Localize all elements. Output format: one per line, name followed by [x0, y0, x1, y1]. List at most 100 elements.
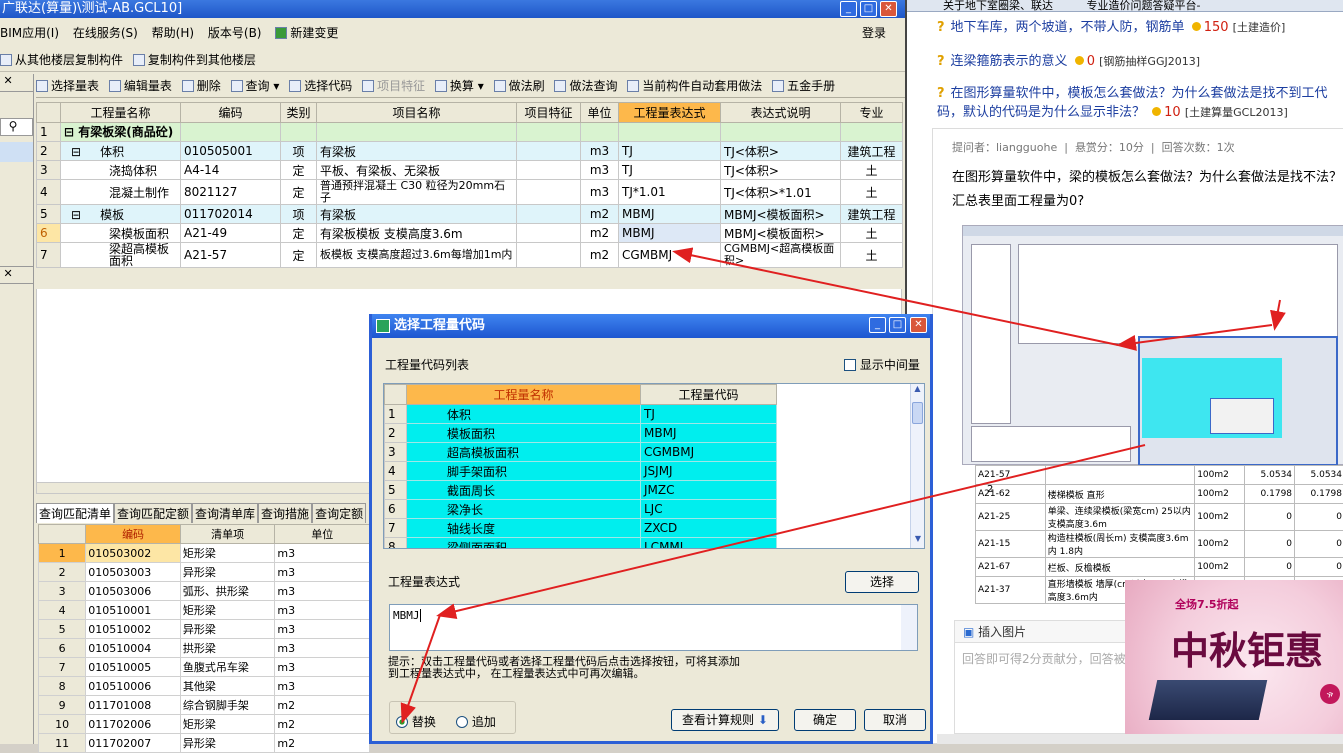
- cell-unit[interactable]: m2: [581, 205, 619, 224]
- code-row[interactable]: 5截面周长JMZC: [385, 481, 777, 500]
- list-cell-item[interactable]: 异形梁: [180, 734, 275, 753]
- list-cell-item[interactable]: 弧形、拱形梁: [180, 582, 275, 601]
- table-row[interactable]: 3 浇捣体积 A4-14 定 平板、有梁板、无梁板 m3 TJ TJ<体积> 土: [37, 161, 903, 180]
- cell-expression[interactable]: CGMBMJ: [619, 243, 721, 268]
- list-row[interactable]: 8010510006其他梁m3: [39, 677, 370, 696]
- table-row[interactable]: 2 ⊟ 体积 010505001 项 有梁板 m3 TJ TJ<体积> 建筑工程: [37, 142, 903, 161]
- cell-code[interactable]: A21-57: [181, 243, 281, 268]
- cell-unit[interactable]: m2: [581, 224, 619, 243]
- list-row[interactable]: 10011702006矩形梁m2: [39, 715, 370, 734]
- code-cell-name[interactable]: 脚手架面积: [407, 462, 641, 481]
- tab-match-quota[interactable]: 查询匹配定额: [114, 503, 192, 523]
- cell-description[interactable]: MBMJ<模板面积>: [721, 224, 841, 243]
- list-cell-code[interactable]: 010503003: [86, 563, 181, 582]
- panel-close-icon-2[interactable]: ✕: [0, 266, 33, 284]
- menu-help[interactable]: 帮助(H): [152, 26, 194, 40]
- list-cell-item[interactable]: 矩形梁: [180, 544, 275, 563]
- list-cell-unit[interactable]: m3: [275, 620, 370, 639]
- list-cell-item[interactable]: 矩形梁: [180, 715, 275, 734]
- cell-expression[interactable]: TJ*1.01: [619, 180, 721, 205]
- cell-expression[interactable]: TJ: [619, 142, 721, 161]
- tab-list-library[interactable]: 查询清单库: [192, 503, 258, 523]
- code-header-name[interactable]: 工程量名称: [407, 385, 641, 405]
- code-row[interactable]: 2模板面积MBMJ: [385, 424, 777, 443]
- login-button[interactable]: 登录: [862, 24, 886, 42]
- radio-append-dot[interactable]: [456, 716, 468, 728]
- list-row[interactable]: 6010510004拱形梁m3: [39, 639, 370, 658]
- convert-button[interactable]: 换算 ▾: [435, 74, 484, 98]
- code-row[interactable]: 8梁侧面面积LCMMJ: [385, 538, 777, 550]
- list-cell-unit[interactable]: m2: [275, 696, 370, 715]
- list-cell-item[interactable]: 异形梁: [180, 620, 275, 639]
- menu-version[interactable]: 版本号(B): [208, 26, 262, 40]
- code-cell-name[interactable]: 梁侧面面积: [407, 538, 641, 550]
- code-cell-code[interactable]: MBMJ: [641, 424, 777, 443]
- list-cell-code[interactable]: 010503006: [86, 582, 181, 601]
- code-cell-name[interactable]: 轴线长度: [407, 519, 641, 538]
- list-cell-unit[interactable]: m3: [275, 563, 370, 582]
- radio-replace[interactable]: 替换: [396, 713, 436, 730]
- horizontal-scrollbar[interactable]: [36, 482, 370, 494]
- list-cell-code[interactable]: 011702007: [86, 734, 181, 753]
- col-header-feature[interactable]: 项目特征: [517, 103, 581, 123]
- dialog-close-button[interactable]: ✕: [910, 317, 927, 333]
- cell-unit[interactable]: m3: [581, 161, 619, 180]
- web-scrollbar[interactable]: [937, 734, 1343, 744]
- edit-table-button[interactable]: 编辑量表: [109, 74, 172, 98]
- list-cell-item[interactable]: 拱形梁: [180, 639, 275, 658]
- cell-project[interactable]: 有梁板: [317, 205, 517, 224]
- code-row[interactable]: 3超高模板面积CGMBMJ: [385, 443, 777, 462]
- copy-to-floor-button[interactable]: 复制构件到其他楼层: [133, 48, 256, 72]
- dialog-maximize-button[interactable]: □: [889, 317, 906, 333]
- scroll-up-icon[interactable]: ▲: [911, 384, 924, 398]
- code-cell-code[interactable]: TJ: [641, 405, 777, 424]
- cell-code[interactable]: A4-14: [181, 161, 281, 180]
- code-cell-name[interactable]: 模板面积: [407, 424, 641, 443]
- radio-append[interactable]: 追加: [456, 713, 496, 730]
- cell-category[interactable]: 定: [281, 161, 317, 180]
- col-header-expression[interactable]: 工程量表达式: [619, 103, 721, 123]
- code-cell-name[interactable]: 体积: [407, 405, 641, 424]
- maximize-button[interactable]: □: [860, 1, 877, 17]
- col-header-description[interactable]: 表达式说明: [721, 103, 841, 123]
- list-cell-item[interactable]: 鱼腹式吊车梁: [180, 658, 275, 677]
- list-row[interactable]: 1010503002矩形梁m3: [39, 544, 370, 563]
- cell-specialty[interactable]: 建筑工程: [841, 142, 903, 161]
- browser-tab-2[interactable]: 专业造价问题答疑平台-: [1087, 0, 1201, 12]
- col-header-unit[interactable]: 单位: [581, 103, 619, 123]
- cell-code[interactable]: 8021127: [181, 180, 281, 205]
- cell-expression[interactable]: TJ: [619, 161, 721, 180]
- list-cell-unit[interactable]: m3: [275, 658, 370, 677]
- list-row[interactable]: 7010510005鱼腹式吊车梁m3: [39, 658, 370, 677]
- list-cell-unit[interactable]: m3: [275, 601, 370, 620]
- tab-match-list[interactable]: 查询匹配清单: [36, 503, 114, 523]
- code-cell-name[interactable]: 超高模板面积: [407, 443, 641, 462]
- question-2-title[interactable]: 连梁箍筋表示的意义: [951, 54, 1068, 69]
- cell-feature[interactable]: [517, 180, 581, 205]
- list-cell-unit[interactable]: m3: [275, 677, 370, 696]
- cell-specialty[interactable]: 土: [841, 161, 903, 180]
- tree-cell[interactable]: ⊟ 模板: [61, 205, 181, 224]
- cell-project[interactable]: 有梁板模板 支模高度3.6m: [317, 224, 517, 243]
- browser-tab-1[interactable]: 关于地下室圈梁、联达: [943, 0, 1053, 12]
- list-cell-unit[interactable]: m3: [275, 639, 370, 658]
- table-row[interactable]: 4 混凝土制作 8021127 定 普通预拌混凝土 C30 粒径为20mm石子 …: [37, 180, 903, 205]
- list-cell-unit[interactable]: m2: [275, 715, 370, 734]
- question-3-tag[interactable]: [土建算量GCL2013]: [1185, 106, 1288, 119]
- cell-name[interactable]: 梁超高模板面积: [61, 243, 181, 268]
- cell-unit[interactable]: m3: [581, 180, 619, 205]
- cell-project[interactable]: 普通预拌混凝土 C30 粒径为20mm石子: [317, 180, 517, 205]
- cell-project[interactable]: 平板、有梁板、无梁板: [317, 161, 517, 180]
- cell-feature[interactable]: [517, 161, 581, 180]
- component-search-icon[interactable]: ⚲: [0, 118, 33, 136]
- cell-project[interactable]: 板模板 支模高度超过3.6m每增加1m内: [317, 243, 517, 268]
- list-cell-code[interactable]: 010510002: [86, 620, 181, 639]
- scroll-thumb[interactable]: [912, 402, 923, 424]
- cell-name[interactable]: 浇捣体积: [61, 161, 181, 180]
- question-1-title[interactable]: 地下车库，两个坡道，不带人防，钢筋单: [951, 20, 1185, 35]
- cell-feature[interactable]: [517, 142, 581, 161]
- cell-category[interactable]: 定: [281, 224, 317, 243]
- collapse-icon[interactable]: ⊟: [71, 145, 85, 159]
- col-header-project[interactable]: 项目名称: [317, 103, 517, 123]
- code-row[interactable]: 1体积TJ: [385, 405, 777, 424]
